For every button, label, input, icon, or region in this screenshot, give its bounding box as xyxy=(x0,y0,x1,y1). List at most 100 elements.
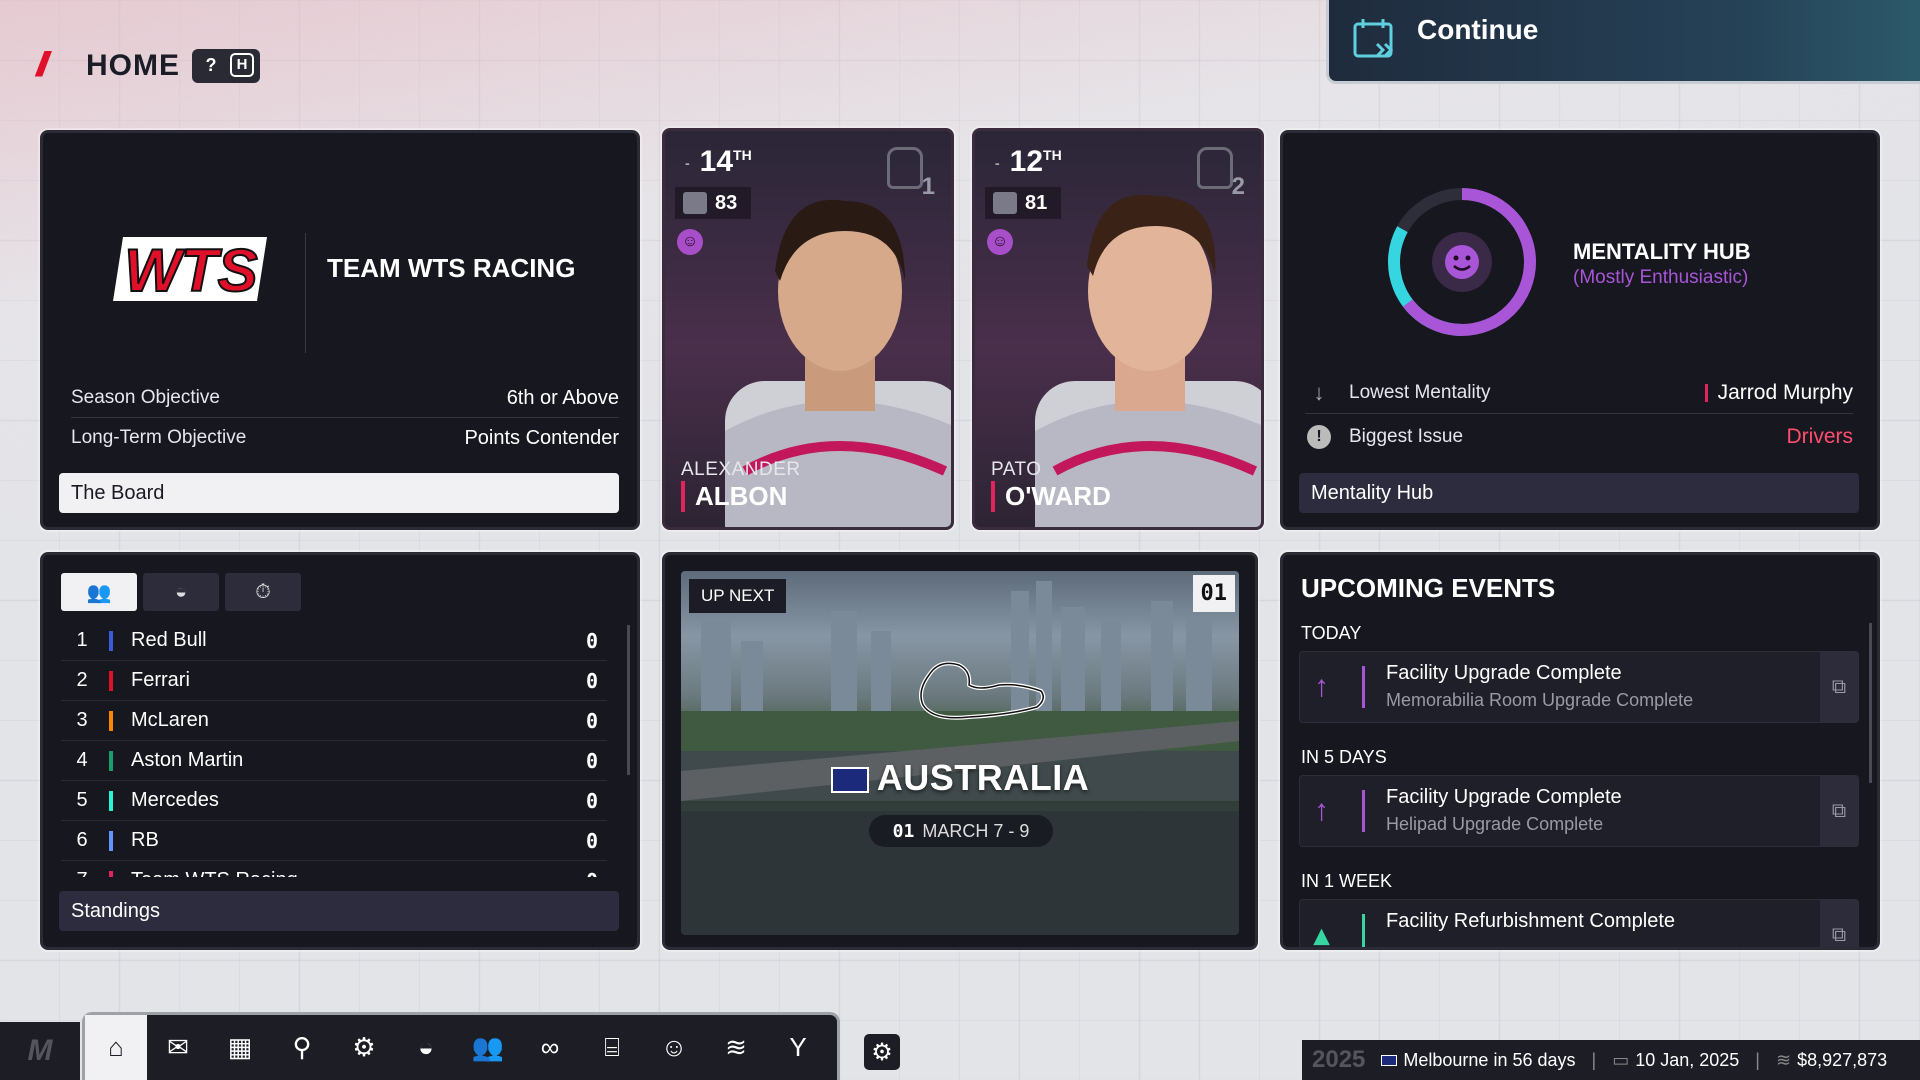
standings-row[interactable]: 2 Ferrari 0 xyxy=(61,661,607,701)
staff-icon[interactable]: 👥 xyxy=(457,1015,519,1080)
standings-row[interactable]: 6 RB 0 xyxy=(61,821,607,861)
team-icon[interactable]: 👥 xyxy=(61,573,137,611)
car-number: 2 xyxy=(1195,147,1245,200)
current-date: ▭ 10 Jan, 2025 xyxy=(1612,1049,1740,1070)
help-shortcut[interactable]: ? H xyxy=(192,48,260,83)
driver-card-2[interactable]: -12TH 81 ☺ 2 PATO O'WARD xyxy=(972,128,1264,530)
standings-points: 0 xyxy=(585,708,599,733)
settings-gear-icon[interactable]: ⚙ xyxy=(864,1034,900,1070)
team-color-bar xyxy=(109,710,113,731)
race-country: AUSTRALIA xyxy=(681,757,1239,799)
helmet-icon[interactable]: ◒ xyxy=(395,1015,457,1080)
season-objective-row: Season Objective 6th or Above xyxy=(71,387,619,410)
help-icon[interactable]: ? xyxy=(198,53,224,79)
team-color-bar xyxy=(109,750,113,771)
biggest-issue-row[interactable]: ! Biggest Issue Drivers xyxy=(1305,423,1853,451)
driver-first-name: ALEXANDER xyxy=(681,459,801,480)
rd-icon[interactable]: ⚲ xyxy=(271,1015,333,1080)
car-icon xyxy=(887,147,923,189)
team-color-bar xyxy=(109,830,113,851)
event-when: TODAY xyxy=(1301,623,1362,643)
next-race-info[interactable]: Melbourne in 56 days xyxy=(1381,1050,1576,1071)
car-number: 1 xyxy=(885,147,935,200)
standings-position: 1 xyxy=(76,629,88,651)
standings-position: 3 xyxy=(76,709,88,731)
driver-rating: 83 xyxy=(675,187,751,219)
driver-card-1[interactable]: -14TH 83 ☺ 1 ALEXANDER ALBON xyxy=(662,128,954,530)
standings-row[interactable]: 5 Mercedes 0 xyxy=(61,781,607,821)
driver-last-name: O'WARD xyxy=(991,481,1111,512)
refurbish-icon: ▴ xyxy=(1314,919,1330,950)
mail-icon[interactable]: ✉ xyxy=(147,1015,209,1080)
down-arrow-icon: ↓ xyxy=(1313,380,1325,405)
standings-row[interactable]: 1 Red Bull 0 xyxy=(61,621,607,661)
mentality-icon[interactable]: ☺ xyxy=(643,1015,705,1080)
long-term-objective-value: Points Contender xyxy=(464,427,619,449)
scrollbar[interactable] xyxy=(627,625,630,775)
standings-points: 0 xyxy=(585,828,599,853)
page-title-text: HOME xyxy=(86,48,180,82)
rating-icon xyxy=(993,192,1017,214)
stopwatch-icon[interactable]: ⏱ xyxy=(225,573,301,611)
standings-position: 4 xyxy=(76,749,88,771)
team-color-bar xyxy=(109,670,113,691)
standings-position: 2 xyxy=(76,669,88,691)
standings-row[interactable]: 4 Aston Martin 0 xyxy=(61,741,607,781)
status-bar: 2025 Melbourne in 56 days | ▭ 10 Jan, 202… xyxy=(1302,1040,1920,1080)
open-link-icon[interactable]: ⧉ xyxy=(1820,900,1858,947)
team-color-bar xyxy=(109,790,113,811)
circuit-map-icon xyxy=(919,661,1046,720)
the-board-button[interactable]: The Board xyxy=(59,473,619,513)
event-when: IN 5 DAYS xyxy=(1301,747,1387,767)
event-card[interactable]: ↑ Facility Upgrade Complete Memorabilia … xyxy=(1299,651,1859,723)
team-name: TEAM WTS RACING xyxy=(327,253,576,283)
standings-team: Aston Martin xyxy=(131,749,244,771)
standings-team: Mercedes xyxy=(131,789,219,811)
season-objective-value: 6th or Above xyxy=(506,387,619,409)
home-icon[interactable]: ⌂ xyxy=(85,1015,147,1080)
up-next-tag: UP NEXT xyxy=(689,579,787,613)
long-term-objective-row: Long-Term Objective Points Contender xyxy=(71,427,619,450)
upgrade-arrow-icon: ↑ xyxy=(1314,794,1329,827)
event-card[interactable]: ↑ Facility Upgrade Complete Helipad Upgr… xyxy=(1299,775,1859,847)
season-objective-label: Season Objective xyxy=(71,387,220,408)
mentality-status: (Mostly Enthusiastic) xyxy=(1573,267,1749,288)
mentality-hub-button[interactable]: Mentality Hub xyxy=(1299,473,1859,513)
team-overview-panel: WTS TEAM WTS RACING Season Objective 6th… xyxy=(40,130,640,530)
sponsor-icon[interactable]: Y xyxy=(767,1015,829,1080)
city-skyline-image xyxy=(681,581,1239,935)
standings-row[interactable]: 7 Team WTS Racing0 xyxy=(61,861,607,877)
standings-tabs: 👥 ◒ ⏱ xyxy=(61,573,301,611)
open-link-icon[interactable]: ⧉ xyxy=(1820,776,1858,846)
page-title: // HOME ? H xyxy=(36,46,260,85)
standings-button[interactable]: Standings xyxy=(59,891,619,931)
finance-icon[interactable]: ≋ xyxy=(705,1015,767,1080)
up-next-panel[interactable]: UP NEXT 01 AUSTRALIA 01 MARCH 7 - 9 xyxy=(662,552,1258,950)
event-title: Facility Refurbishment Complete xyxy=(1386,910,1675,932)
event-card[interactable]: ▴ Facility Refurbishment Complete ⧉ xyxy=(1299,899,1859,950)
calendar-advance-icon xyxy=(1353,19,1394,58)
standings-position: 6 xyxy=(76,829,88,851)
continue-button[interactable]: Continue ››› xyxy=(1326,0,1920,84)
rating-icon xyxy=(683,192,707,214)
facilities-icon[interactable]: ⌸ xyxy=(581,1015,643,1080)
calendar-icon[interactable]: ▦ xyxy=(209,1015,271,1080)
helmet-icon[interactable]: ◒ xyxy=(143,573,219,611)
open-link-icon[interactable]: ⧉ xyxy=(1820,652,1858,722)
divider xyxy=(305,233,306,353)
enthusiastic-mood-icon: ☺ xyxy=(987,229,1013,255)
lowest-mentality-row[interactable]: ↓ Lowest Mentality Jarrod Murphy xyxy=(1305,379,1854,407)
standings-points: 0 xyxy=(585,788,599,813)
standings-position: 7 xyxy=(61,869,103,877)
standings-row[interactable]: 3 McLaren 0 xyxy=(61,701,607,741)
driver-icon[interactable]: ⚙ xyxy=(333,1015,395,1080)
scouting-icon[interactable]: ∞ xyxy=(519,1015,581,1080)
team-balance: ≋ $8,927,873 xyxy=(1775,1049,1888,1070)
svg-text:WTS: WTS xyxy=(124,237,257,304)
flag-icon xyxy=(1381,1054,1398,1066)
driver-last-name: ALBON xyxy=(681,481,787,512)
standings-team: McLaren xyxy=(131,709,209,731)
standings-points: 0 xyxy=(577,869,607,878)
standings-points: 0 xyxy=(585,748,599,773)
scrollbar[interactable] xyxy=(1869,623,1872,783)
